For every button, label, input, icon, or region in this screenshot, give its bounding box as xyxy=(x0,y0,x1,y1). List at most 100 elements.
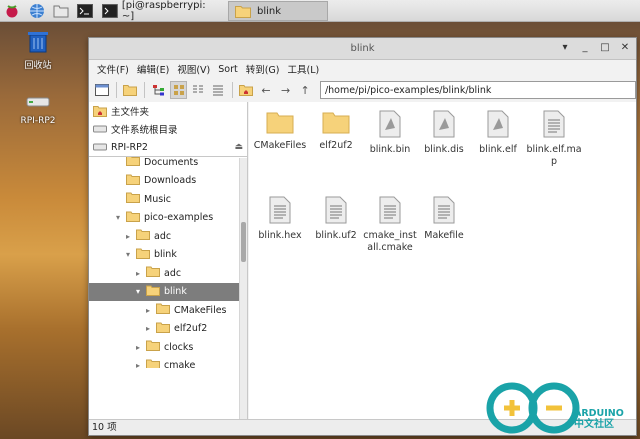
menu-file[interactable]: 文件(F) xyxy=(93,62,133,76)
tree-item[interactable]: ▸ clocks xyxy=(89,338,240,356)
minimize-icon[interactable]: _ xyxy=(578,41,592,55)
file-item[interactable]: elf2uf2 xyxy=(307,110,365,152)
drive-icon xyxy=(93,125,107,133)
desktop-trash[interactable]: 回收站 xyxy=(8,28,68,71)
taskbar: [pi@raspberrypi: ~] blink xyxy=(0,0,640,22)
list-view-icon[interactable] xyxy=(209,81,227,99)
tree-item[interactable]: ▸ adc xyxy=(89,227,240,245)
browser-globe-icon[interactable] xyxy=(28,2,46,20)
tree-expander-icon[interactable]: ▸ xyxy=(143,306,153,315)
tree-item[interactable]: Downloads xyxy=(89,172,240,190)
drive-icon xyxy=(93,143,107,151)
file-item[interactable]: blink.elf xyxy=(469,110,527,156)
terminal-launcher-icon[interactable] xyxy=(76,2,94,20)
tree-item[interactable]: ▾ pico-examples xyxy=(89,209,240,227)
file-name: CMakeFiles xyxy=(253,140,307,151)
desktop-drive[interactable]: RPI-RP2 xyxy=(8,92,68,126)
eject-icon[interactable]: ⏏ xyxy=(234,142,243,152)
place-home[interactable]: 主文件夹 xyxy=(89,102,247,120)
tree-item-label: pico-examples xyxy=(144,212,214,223)
menu-tools[interactable]: 工具(L) xyxy=(284,62,324,76)
back-arrow-icon[interactable]: ← xyxy=(257,81,275,99)
tree-item-label: blink xyxy=(154,249,177,260)
place-rpi-rp2[interactable]: RPI-RP2 ⏏ xyxy=(89,138,247,156)
tree-item-label: Downloads xyxy=(144,175,197,186)
text-file-icon xyxy=(433,196,455,227)
menu-edit[interactable]: 编辑(E) xyxy=(133,62,173,76)
compact-view-icon[interactable] xyxy=(189,81,207,99)
file-item[interactable]: blink.dis xyxy=(415,110,473,156)
folder-icon xyxy=(156,303,170,317)
file-name: cmake_install.cmake xyxy=(363,230,417,253)
file-item[interactable]: blink.bin xyxy=(361,110,419,156)
menu-view[interactable]: 视图(V) xyxy=(173,62,214,76)
menu-go[interactable]: 转到(G) xyxy=(242,62,284,76)
task-blink[interactable]: blink xyxy=(228,1,328,21)
file-item[interactable]: CMakeFiles xyxy=(251,110,309,152)
tree-expander-icon[interactable]: ▸ xyxy=(133,343,143,352)
window-menu-icon[interactable]: ▾ xyxy=(558,41,572,55)
side-pane: 主文件夹 文件系统根目录 RPI-RP2 ⏏ Documents Download… xyxy=(89,102,248,420)
directory-tree-icon[interactable] xyxy=(150,81,168,99)
raspberry-menu-icon[interactable] xyxy=(3,2,21,20)
tree-item[interactable]: ▸ adc xyxy=(89,264,240,282)
up-arrow-icon[interactable]: ↑ xyxy=(296,81,314,99)
window-titlebar[interactable]: blink ▾ _ □ ✕ xyxy=(89,38,636,60)
tree-item-label: adc xyxy=(164,267,182,279)
tree-item[interactable]: Documents xyxy=(89,157,240,171)
tree-item[interactable]: ▾ blink xyxy=(89,282,240,301)
drive-icon xyxy=(26,97,50,107)
menu-sort[interactable]: Sort xyxy=(214,64,241,75)
file-item[interactable]: blink.uf2 xyxy=(307,196,365,242)
folder-icon xyxy=(235,5,251,18)
file-item[interactable]: blink.elf.map xyxy=(525,110,583,168)
file-manager-icon[interactable] xyxy=(52,2,70,20)
file-item[interactable]: cmake_install.cmake xyxy=(361,196,419,254)
folder-icon xyxy=(266,110,294,137)
tree-expander-icon[interactable]: ▸ xyxy=(143,324,153,333)
status-text: 10 项 xyxy=(92,422,117,433)
places-list: 主文件夹 文件系统根目录 RPI-RP2 ⏏ xyxy=(89,102,247,157)
icon-view-icon[interactable] xyxy=(169,81,188,99)
trash-icon xyxy=(28,32,48,53)
tree-item[interactable]: ▸ cmake xyxy=(89,357,240,368)
tree-expander-icon[interactable]: ▸ xyxy=(133,269,143,278)
folder-icon xyxy=(136,229,150,243)
tree-expander-icon[interactable]: ▾ xyxy=(113,213,123,222)
path-input[interactable] xyxy=(319,81,636,99)
tree-item[interactable]: ▸ elf2uf2 xyxy=(89,320,240,338)
folder-icon xyxy=(126,211,140,225)
tree-expander-icon[interactable]: ▾ xyxy=(123,250,133,259)
place-filesystem[interactable]: 文件系统根目录 xyxy=(89,120,247,138)
place-home-label: 主文件夹 xyxy=(111,107,150,118)
arduino-watermark: ARDUINO 中文社区 xyxy=(482,372,640,438)
new-tab-icon[interactable] xyxy=(122,81,140,99)
task-terminal[interactable]: [pi@raspberrypi: ~] xyxy=(96,0,226,22)
tree-item[interactable]: ▾ blink xyxy=(89,246,240,264)
file-item[interactable]: blink.hex xyxy=(251,196,309,242)
tree-scrollbar-thumb[interactable] xyxy=(241,222,246,262)
tree-expander-icon[interactable]: ▸ xyxy=(133,361,143,368)
folder-icon xyxy=(136,248,150,262)
tree-item[interactable]: Music xyxy=(89,190,240,208)
file-item[interactable]: Makefile xyxy=(415,196,473,242)
tree-scrollbar[interactable] xyxy=(239,158,247,420)
home-folder-icon xyxy=(93,106,107,117)
tree-item[interactable]: ▸ CMakeFiles xyxy=(89,301,240,319)
maximize-icon[interactable]: □ xyxy=(598,41,612,55)
folder-icon xyxy=(126,157,140,169)
folder-icon xyxy=(146,285,160,299)
close-icon[interactable]: ✕ xyxy=(618,41,632,55)
tree-expander-icon[interactable]: ▸ xyxy=(123,232,133,241)
folder-icon xyxy=(146,359,160,368)
binary-file-icon xyxy=(433,110,455,141)
tree-item-label: clocks xyxy=(164,341,194,353)
folder-icon xyxy=(126,174,140,188)
folder-icon xyxy=(156,322,170,336)
tree-item-label: cmake xyxy=(164,360,196,368)
forward-arrow-icon[interactable]: → xyxy=(277,81,295,99)
tree-expander-icon[interactable]: ▾ xyxy=(133,287,143,296)
home-icon[interactable] xyxy=(238,81,256,99)
new-window-icon[interactable] xyxy=(93,81,111,99)
file-name: blink.elf xyxy=(479,144,517,155)
